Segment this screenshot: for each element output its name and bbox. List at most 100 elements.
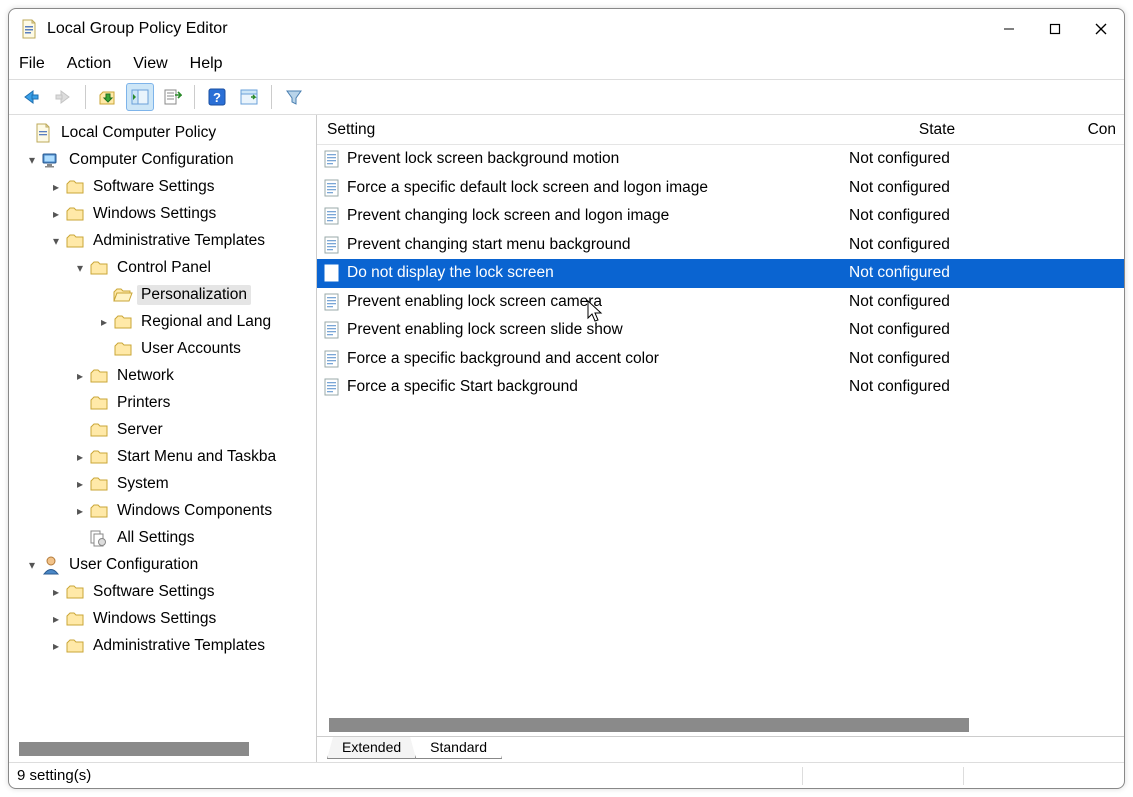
tree-label: All Settings — [113, 528, 199, 548]
setting-row[interactable]: Prevent changing lock screen and logon i… — [317, 202, 1124, 231]
tree-label: Software Settings — [89, 582, 218, 602]
setting-row[interactable]: Prevent enabling lock screen slide showN… — [317, 316, 1124, 345]
export-list-button[interactable] — [158, 83, 186, 111]
tree-uc-windows[interactable]: ▸ Windows Settings — [11, 605, 316, 632]
folder-icon — [65, 206, 85, 222]
list-header: Setting State Con — [317, 115, 1124, 145]
minimize-button[interactable] — [986, 9, 1032, 49]
policy-setting-icon — [323, 378, 341, 396]
up-one-level-button[interactable] — [94, 83, 122, 111]
column-header-state[interactable]: State — [837, 115, 1037, 144]
setting-state: Not configured — [837, 236, 1037, 254]
folder-icon — [65, 233, 85, 249]
tab-standard[interactable]: Standard — [415, 737, 502, 759]
menu-action[interactable]: Action — [67, 55, 111, 73]
setting-name: Force a specific background and accent c… — [347, 350, 659, 368]
setting-row[interactable]: Prevent changing start menu backgroundNo… — [317, 231, 1124, 260]
chevron-down-icon: ▾ — [23, 153, 41, 167]
chevron-right-icon: ▸ — [71, 369, 89, 383]
tree-uc-admin[interactable]: ▸ Administrative Templates — [11, 632, 316, 659]
show-hide-tree-button[interactable] — [126, 83, 154, 111]
setting-name: Prevent lock screen background motion — [347, 150, 619, 168]
toolbar: ? — [9, 79, 1124, 115]
maximize-button[interactable] — [1032, 9, 1078, 49]
tree-horizontal-scrollbar[interactable] — [13, 740, 312, 758]
menu-help[interactable]: Help — [190, 55, 223, 73]
tree-win-components[interactable]: ▸ Windows Components — [11, 497, 316, 524]
tree-label: Windows Settings — [89, 204, 220, 224]
policy-setting-icon — [323, 350, 341, 368]
setting-state: Not configured — [837, 150, 1037, 168]
tree-system[interactable]: ▸ System — [11, 470, 316, 497]
app-icon — [19, 19, 39, 39]
policy-setting-icon — [323, 150, 341, 168]
close-button[interactable] — [1078, 9, 1124, 49]
tree-control-panel[interactable]: ▾ Control Panel — [11, 254, 316, 281]
help-button[interactable]: ? — [203, 83, 231, 111]
column-header-con[interactable]: Con — [1037, 115, 1124, 144]
menu-bar: File Action View Help — [9, 49, 1124, 79]
tree-computer-config[interactable]: ▾ Computer Configuration — [11, 146, 316, 173]
list-pane: Setting State Con Prevent lock screen ba… — [317, 115, 1124, 762]
folder-icon — [65, 611, 85, 627]
tree-label: Network — [113, 366, 178, 386]
tree-user-accounts[interactable]: User Accounts — [11, 335, 316, 362]
chevron-right-icon: ▸ — [47, 180, 65, 194]
tree-label: Regional and Lang — [137, 312, 275, 332]
tree-personalization[interactable]: Personalization — [11, 281, 316, 308]
list-horizontal-scrollbar[interactable] — [323, 716, 1118, 734]
tree-root[interactable]: Local Computer Policy — [11, 119, 316, 146]
chevron-right-icon: ▸ — [71, 504, 89, 518]
tree-user-config[interactable]: ▾ User Configuration — [11, 551, 316, 578]
tree-cc-software[interactable]: ▸ Software Settings — [11, 173, 316, 200]
setting-state: Not configured — [837, 264, 1037, 282]
setting-row[interactable]: Force a specific background and accent c… — [317, 345, 1124, 374]
tree-network[interactable]: ▸ Network — [11, 362, 316, 389]
tree-all-settings[interactable]: All Settings — [11, 524, 316, 551]
setting-state: Not configured — [837, 179, 1037, 197]
tree-cc-admin[interactable]: ▾ Administrative Templates — [11, 227, 316, 254]
properties-button[interactable] — [235, 83, 263, 111]
tree-label: Administrative Templates — [89, 636, 269, 656]
tree-label: User Accounts — [137, 339, 245, 359]
tree-regional[interactable]: ▸ Regional and Lang — [11, 308, 316, 335]
folder-open-icon — [113, 287, 133, 303]
policy-setting-icon — [323, 293, 341, 311]
menu-file[interactable]: File — [19, 55, 45, 73]
folder-icon — [89, 368, 109, 384]
folder-icon — [113, 341, 133, 357]
column-header-setting[interactable]: Setting — [317, 115, 837, 144]
forward-button[interactable] — [49, 83, 77, 111]
tree-label: Server — [113, 420, 167, 440]
svg-text:?: ? — [213, 90, 221, 105]
tab-extended[interactable]: Extended — [327, 737, 416, 759]
folder-icon — [89, 260, 109, 276]
tree-printers[interactable]: Printers — [11, 389, 316, 416]
tree-start-menu[interactable]: ▸ Start Menu and Taskba — [11, 443, 316, 470]
setting-row[interactable]: Force a specific default lock screen and… — [317, 174, 1124, 203]
filter-button[interactable] — [280, 83, 308, 111]
setting-state: Not configured — [837, 207, 1037, 225]
setting-name: Prevent changing lock screen and logon i… — [347, 207, 669, 225]
tree-pane: Local Computer Policy ▾ Computer Configu… — [9, 115, 317, 762]
folder-icon — [65, 584, 85, 600]
setting-state: Not configured — [837, 350, 1037, 368]
tree-label: Printers — [113, 393, 174, 413]
title-bar: Local Group Policy Editor — [9, 9, 1124, 49]
setting-row[interactable]: Do not display the lock screenNot config… — [317, 259, 1124, 288]
settings-list[interactable]: Prevent lock screen background motion Not… — [317, 145, 1124, 714]
folder-icon — [89, 503, 109, 519]
menu-view[interactable]: View — [133, 55, 167, 73]
back-button[interactable] — [17, 83, 45, 111]
tree-server[interactable]: Server — [11, 416, 316, 443]
tree-uc-software[interactable]: ▸ Software Settings — [11, 578, 316, 605]
chevron-right-icon: ▸ — [47, 639, 65, 653]
setting-row[interactable]: Prevent lock screen background motion Not… — [317, 145, 1124, 174]
policy-tree[interactable]: Local Computer Policy ▾ Computer Configu… — [9, 119, 316, 738]
tree-label: User Configuration — [65, 555, 202, 575]
setting-row[interactable]: Force a specific Start backgroundNot con… — [317, 373, 1124, 402]
tree-cc-windows[interactable]: ▸ Windows Settings — [11, 200, 316, 227]
tree-label: Software Settings — [89, 177, 218, 197]
setting-row[interactable]: Prevent enabling lock screen cameraNot c… — [317, 288, 1124, 317]
setting-state: Not configured — [837, 378, 1037, 396]
